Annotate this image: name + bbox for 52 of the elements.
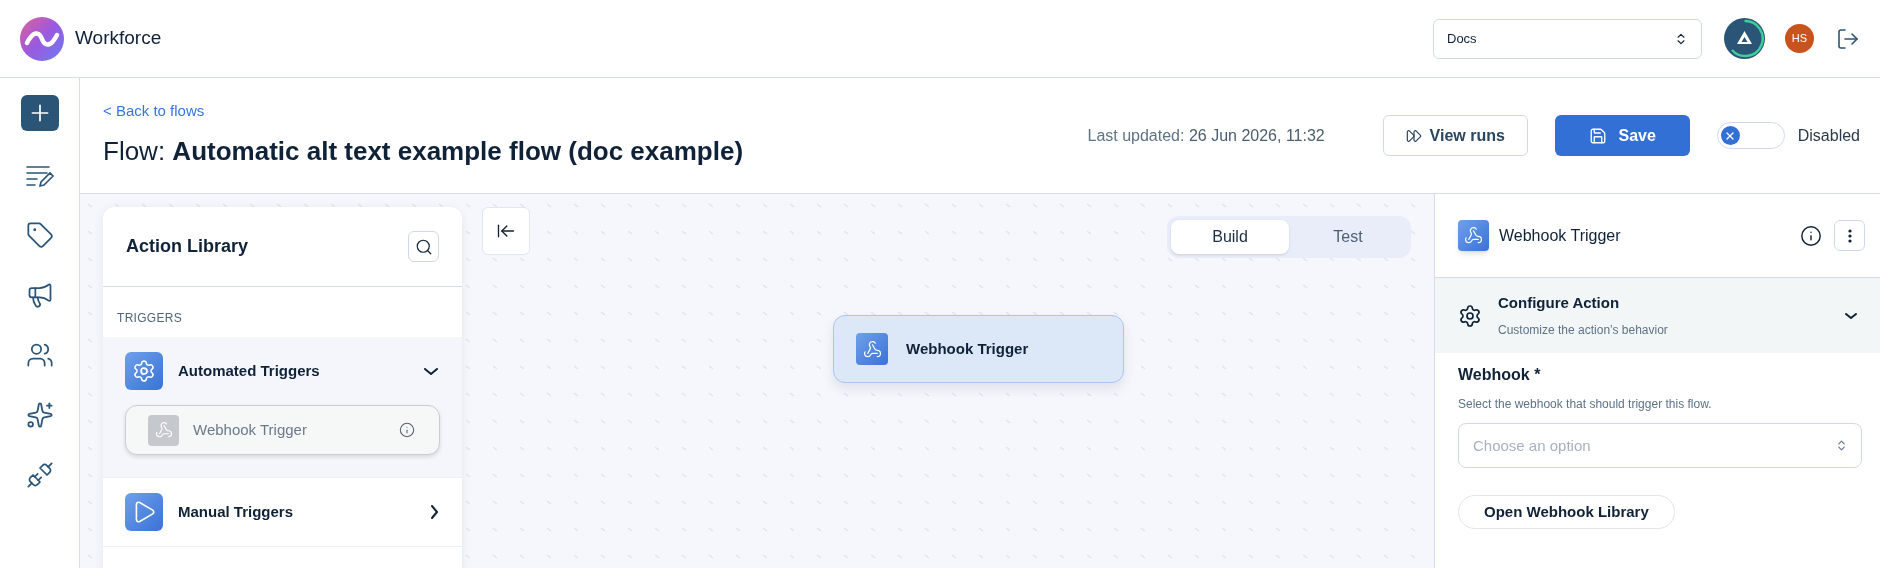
node-label: Webhook Trigger <box>906 338 1029 359</box>
chevron-right-icon <box>431 505 438 519</box>
brand-name: Workforce <box>75 26 162 51</box>
settings-icon <box>1458 303 1482 328</box>
tag-icon[interactable] <box>25 221 54 249</box>
field-help: Select the webhook that should trigger this flow. <box>1458 396 1713 413</box>
trigger-group[interactable]: Automated Triggers <box>103 337 462 405</box>
sparkles-icon[interactable] <box>25 401 54 429</box>
panel-title: Action Library <box>126 235 249 258</box>
configure-section[interactable]: Configure Action Customize the action’s behavior <box>1435 278 1880 353</box>
fast-forward-icon <box>1405 127 1422 144</box>
webhook-icon <box>1458 220 1489 251</box>
people-icon[interactable] <box>25 341 54 369</box>
chevron-down-icon <box>424 367 438 375</box>
info-icon[interactable] <box>1800 224 1822 247</box>
app-logo-icon[interactable] <box>1724 18 1765 59</box>
play-icon <box>125 493 163 531</box>
logo-icon <box>20 16 64 61</box>
view-tab[interactable]: Test <box>1289 220 1407 254</box>
gear-play-icon <box>125 352 163 390</box>
webhook-icon <box>148 414 179 446</box>
back-link[interactable]: < Back to flows <box>103 99 744 123</box>
user-avatar[interactable]: HS <box>1785 24 1814 53</box>
logout-icon[interactable] <box>1836 26 1860 51</box>
field-label: Webhook * <box>1458 365 1542 385</box>
view-runs-button[interactable]: View runs <box>1382 115 1528 156</box>
status-toggle[interactable] <box>1716 122 1785 149</box>
section-title: Configure Action <box>1498 293 1621 314</box>
view-tab[interactable]: Build <box>1171 220 1289 254</box>
workspace-select[interactable]: Docs <box>1433 18 1702 59</box>
save-icon <box>1588 126 1607 145</box>
updown-icon <box>1835 439 1848 452</box>
action-item[interactable]: Webhook Trigger <box>125 405 440 455</box>
section-subtitle: Customize the action’s behavior <box>1498 321 1669 339</box>
chevron-down-icon <box>1845 312 1857 319</box>
flow-title: Flow: Automatic alt text example flow (doc example) <box>103 135 744 169</box>
webhook-select[interactable]: Choose an option <box>1458 423 1862 468</box>
add-button[interactable] <box>20 95 59 131</box>
save-button[interactable]: Save <box>1554 115 1690 156</box>
last-updated-text: Last updated: 26 Jun 2026, 11:32 <box>1087 125 1325 146</box>
trigger-group[interactable]: Manual Triggers <box>103 478 462 546</box>
status-label: Disabled <box>1797 125 1860 146</box>
search-button[interactable] <box>408 231 439 262</box>
panel-title: Webhook Trigger <box>1499 225 1622 246</box>
collapse-button[interactable] <box>482 207 530 255</box>
webhook-icon <box>856 333 888 365</box>
more-icon <box>1847 228 1852 243</box>
section-label: TRIGGERS <box>117 310 184 327</box>
flow-node[interactable]: Webhook Trigger <box>833 315 1124 383</box>
search-icon <box>414 237 433 256</box>
list-edit-icon[interactable] <box>24 163 55 189</box>
plug-icon[interactable] <box>25 461 54 489</box>
